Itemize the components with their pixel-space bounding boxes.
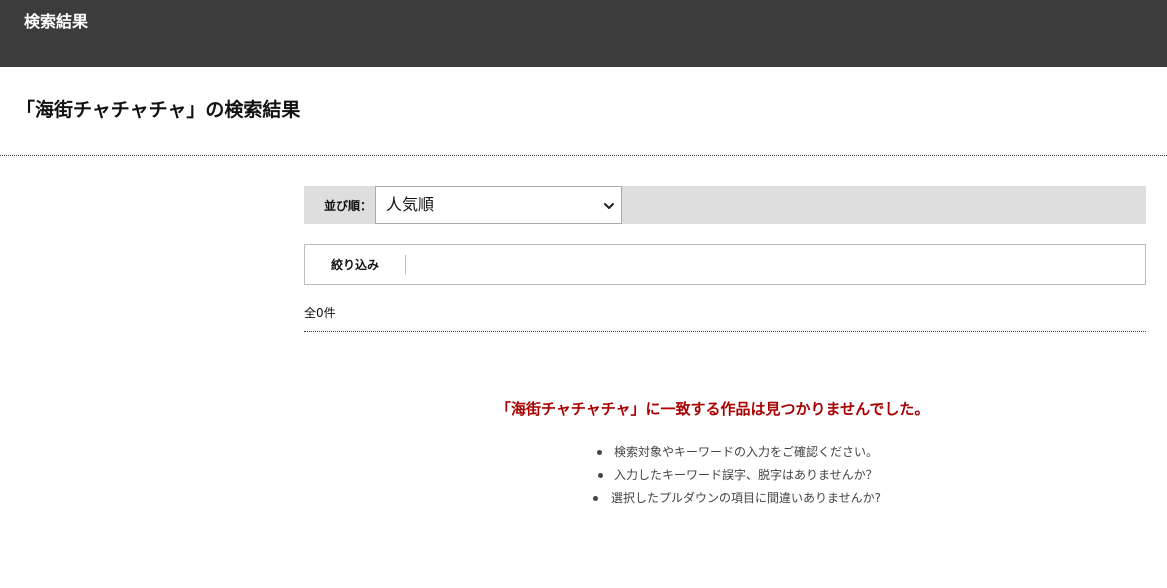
list-item: 選択したプルダウンの項目に間違いありませんか?: [590, 487, 1010, 510]
sort-selected-value: 人気順: [386, 195, 435, 214]
header-title: 検索結果: [24, 12, 89, 31]
sort-label: 並び順：: [324, 199, 373, 213]
top-header-bar: 検索結果: [0, 0, 1167, 67]
no-results-message: 「海街チャチャチャ」に一致する作品は見つかりませんでした。: [496, 400, 930, 418]
chevron-down-icon: [604, 203, 614, 209]
tip-text: 入力したキーワード誤字、脱字はありませんか？: [614, 468, 878, 482]
filter-box: 絞り込み: [304, 244, 1146, 285]
tip-text: 検索対象やキーワードの入力をご確認ください。: [614, 445, 879, 459]
list-item: 入力したキーワード誤字、脱字はありませんか？: [590, 464, 1010, 487]
result-count: 全0件: [304, 306, 336, 320]
bullet-icon: [598, 473, 603, 478]
search-tips-list: 検索対象やキーワードの入力をご確認ください。 入力したキーワード誤字、脱字はあり…: [590, 441, 1010, 510]
sort-order-select[interactable]: 人気順: [375, 186, 622, 224]
page-title: 「海街チャチャチャ」の検索結果: [16, 99, 301, 121]
heading-divider: [0, 155, 1167, 156]
count-divider: [304, 331, 1146, 332]
filter-separator: [405, 255, 406, 274]
bullet-icon: [593, 496, 598, 501]
sort-bar: 並び順： 人気順: [304, 186, 1146, 224]
tip-text: 選択したプルダウンの項目に間違いありませんか?: [611, 491, 882, 505]
bullet-icon: [597, 450, 602, 455]
filter-toggle[interactable]: 絞り込み: [331, 257, 379, 273]
list-item: 検索対象やキーワードの入力をご確認ください。: [590, 441, 1010, 464]
